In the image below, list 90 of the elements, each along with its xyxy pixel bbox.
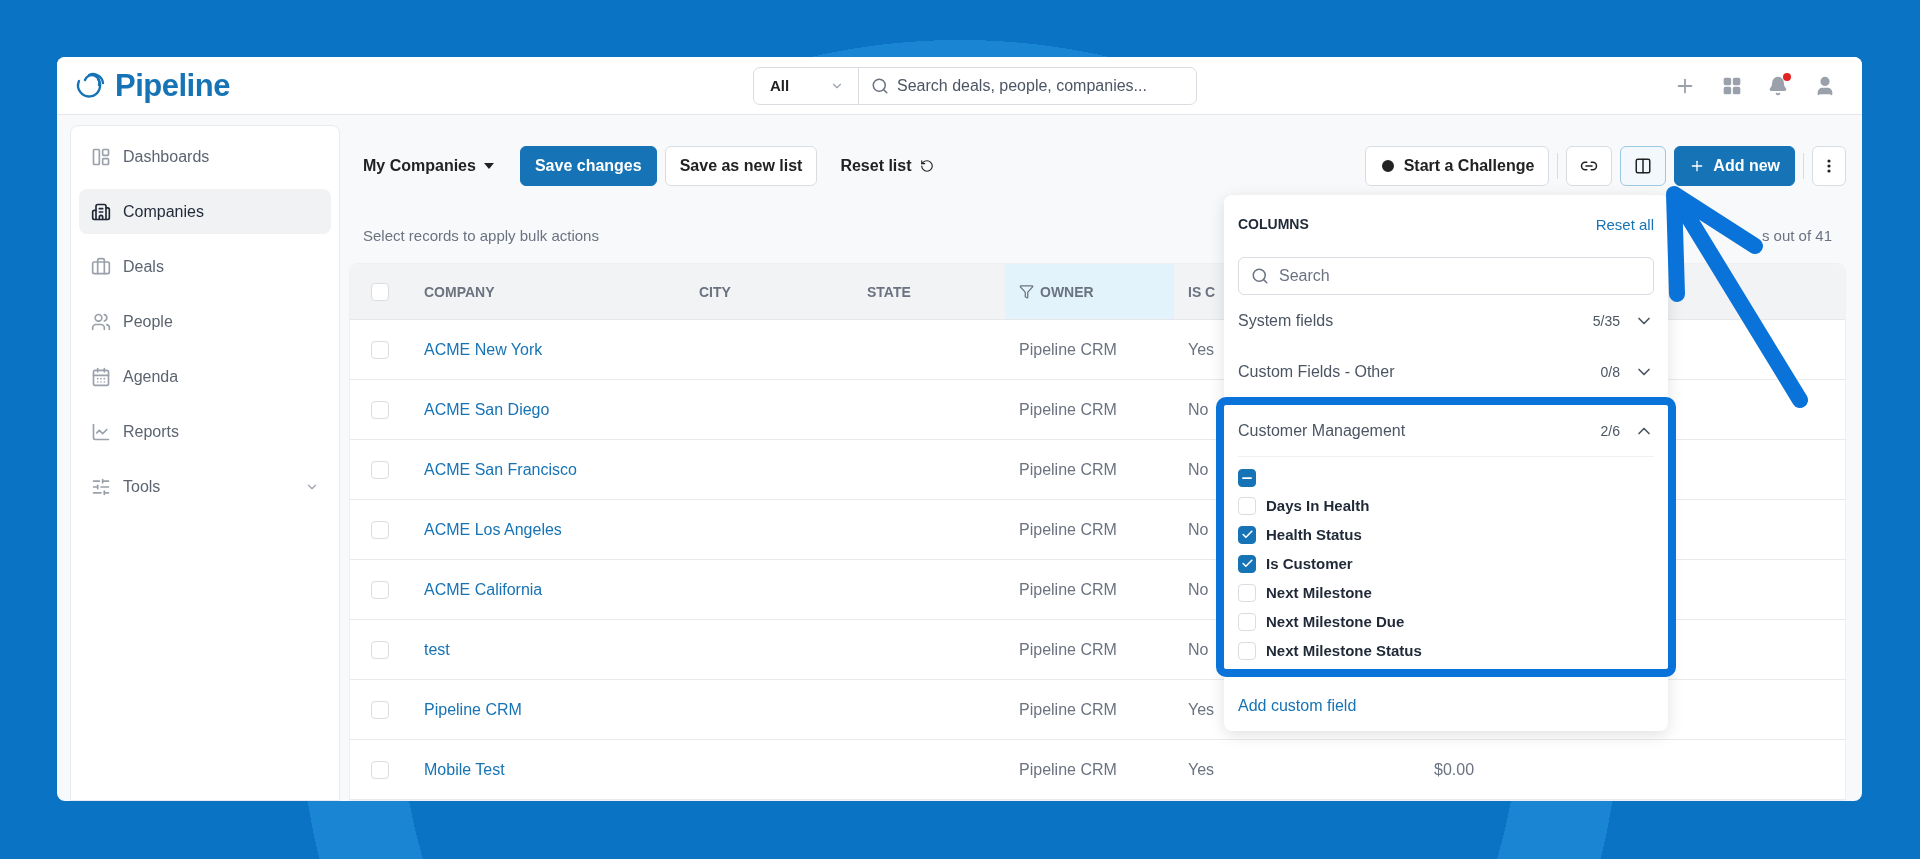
company-link[interactable]: ACME California — [410, 580, 685, 599]
table-cell: Pipeline CRM — [1019, 700, 1117, 719]
column-header[interactable]: OWNER — [1005, 264, 1174, 319]
checkbox[interactable] — [1238, 554, 1256, 573]
company-link[interactable]: ACME New York — [410, 340, 685, 359]
table-cell: Pipeline CRM — [1019, 460, 1117, 479]
row-checkbox[interactable] — [371, 640, 389, 659]
column-option[interactable]: Next Milestone Due — [1238, 611, 1654, 632]
table-cell: Pipeline CRM — [1019, 580, 1117, 599]
table-cell: Pipeline CRM — [1019, 760, 1117, 779]
table-cell: Pipeline CRM — [1019, 520, 1117, 539]
link-button[interactable] — [1566, 146, 1613, 186]
people-icon — [91, 311, 111, 332]
table-cell: Pipeline CRM — [1019, 340, 1117, 359]
columns-button[interactable] — [1620, 146, 1667, 186]
column-option[interactable]: Next Milestone — [1238, 582, 1654, 603]
search-icon — [1251, 267, 1269, 285]
add-new-button[interactable]: Add new — [1674, 146, 1795, 186]
table-cell: Yes — [1188, 760, 1215, 779]
group-header[interactable]: System fields 5/35 — [1238, 295, 1654, 346]
row-checkbox[interactable] — [371, 460, 389, 479]
reset-button[interactable]: Reset list — [825, 146, 949, 186]
calendar-icon — [91, 366, 111, 387]
column-header[interactable]: STATE — [853, 264, 1005, 319]
sidebar-item[interactable]: Tools — [79, 464, 331, 509]
caret-icon — [483, 163, 494, 169]
row-checkbox[interactable] — [371, 400, 389, 419]
column-header[interactable]: CITY — [685, 264, 853, 319]
company-link[interactable]: ACME San Diego — [410, 400, 685, 419]
undo-icon — [919, 159, 934, 173]
panel-title: COLUMNS — [1238, 216, 1309, 232]
select-all-checkbox[interactable] — [1238, 469, 1256, 487]
company-link[interactable]: Mobile Test — [410, 760, 685, 779]
add-custom-field-link[interactable]: Add custom field — [1238, 697, 1357, 715]
company-link[interactable]: Pipeline CRM — [410, 700, 685, 719]
table-cell: No — [1188, 640, 1209, 659]
company-link[interactable]: test — [410, 640, 685, 659]
group-header[interactable]: Customer Management 2/6 — [1238, 405, 1654, 456]
column-option[interactable]: Days In Health — [1238, 495, 1654, 516]
check-icon — [1240, 528, 1254, 541]
sidebar-item[interactable]: Agenda — [79, 354, 331, 399]
more-vertical-icon — [1827, 159, 1831, 173]
filter-icon — [1019, 284, 1034, 299]
sliders-icon — [91, 476, 111, 497]
table-cell: No — [1188, 400, 1209, 419]
table-cell: No — [1188, 520, 1209, 539]
group-header[interactable]: Custom Fields - Other 0/8 — [1238, 346, 1654, 397]
table-cell: Yes — [1188, 340, 1215, 359]
sidebar-item[interactable]: Deals — [79, 244, 331, 289]
notification-bell-icon[interactable] — [1768, 75, 1788, 96]
row-checkbox[interactable] — [371, 760, 389, 779]
column-option[interactable]: Next Milestone Status — [1238, 640, 1654, 661]
sidebar-item[interactable]: Dashboards — [79, 134, 331, 179]
reset-all-link[interactable]: Reset all — [1595, 215, 1654, 233]
record-count: s out of 41 — [1761, 226, 1832, 244]
layout-icon — [91, 146, 111, 167]
table-cell: No — [1188, 460, 1209, 479]
sidebar-item[interactable]: People — [79, 299, 331, 344]
row-checkbox[interactable] — [371, 520, 389, 539]
check-icon — [1240, 557, 1254, 570]
list-selector[interactable]: My Companies — [349, 157, 512, 175]
table-cell: $0.00 — [1434, 760, 1475, 779]
challenge-button[interactable]: Start a Challenge — [1364, 146, 1550, 186]
more-button[interactable] — [1812, 146, 1846, 186]
company-link[interactable]: ACME Los Angeles — [410, 520, 685, 539]
header-checkbox[interactable] — [371, 282, 389, 301]
app-name: Pipeline — [115, 67, 230, 104]
line-chart-icon — [91, 421, 111, 442]
table-cell: Pipeline CRM — [1019, 640, 1117, 659]
sidebar-item[interactable]: Reports — [79, 409, 331, 454]
column-header[interactable]: COMPANY — [410, 264, 685, 319]
table-cell: Yes — [1188, 700, 1215, 719]
column-search-field[interactable]: Search — [1238, 257, 1654, 295]
briefcase-icon — [91, 256, 111, 277]
sidebar-item[interactable]: Companies — [79, 189, 331, 234]
row-checkbox[interactable] — [371, 340, 389, 359]
table-cell: No — [1188, 580, 1209, 599]
checkbox[interactable] — [1238, 525, 1256, 544]
save-button[interactable]: Save changes — [519, 146, 657, 186]
columns-icon — [1634, 157, 1653, 175]
column-option[interactable]: Is Customer — [1238, 553, 1654, 574]
save-as-button[interactable]: Save as new list — [664, 146, 818, 186]
row-checkbox[interactable] — [371, 700, 389, 719]
row-checkbox[interactable] — [371, 580, 389, 599]
bulk-actions-hint: Select records to apply bulk actions — [363, 226, 599, 244]
table-cell: Pipeline CRM — [1019, 400, 1117, 419]
company-link[interactable]: ACME San Francisco — [410, 460, 685, 479]
building-icon — [91, 201, 111, 222]
column-option[interactable]: Health Status — [1238, 524, 1654, 545]
apps-grid-icon[interactable] — [1722, 75, 1742, 96]
